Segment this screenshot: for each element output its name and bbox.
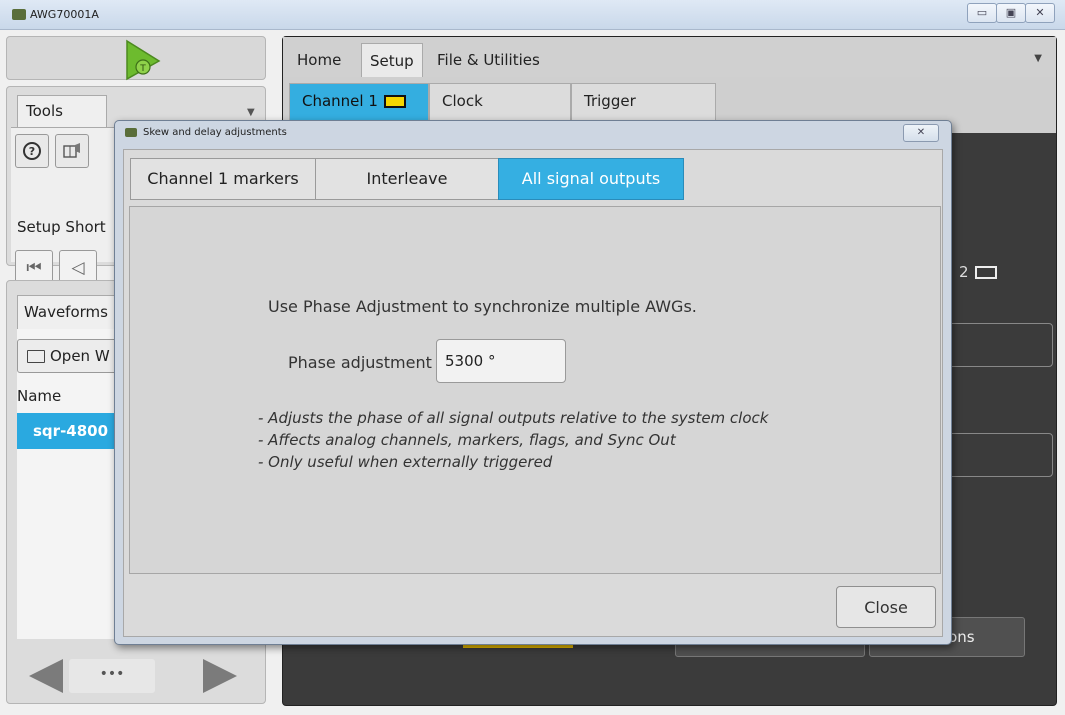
screenshot-button[interactable] <box>55 134 89 168</box>
settings-field-2[interactable] <box>943 433 1053 477</box>
channel-1-label: Channel 1 <box>302 92 378 110</box>
tab-clock[interactable]: Clock <box>429 83 571 123</box>
settings-field-1[interactable] <box>943 323 1053 367</box>
tab-channel-1[interactable]: Channel 1 <box>289 83 429 123</box>
scroll-thumb[interactable]: ••• <box>69 659 155 693</box>
intro-text: Use Phase Adjustment to synchronize mult… <box>268 297 697 316</box>
tab-file-utilities[interactable]: File & Utilities <box>429 43 548 77</box>
close-icon[interactable]: ✕ <box>903 124 939 142</box>
play-trigger-icon[interactable]: T <box>119 37 163 81</box>
window-titlebar: AWG70001A ▭ ▣ ✕ <box>0 0 1065 30</box>
help-icon-glyph: ? <box>29 145 35 158</box>
dialog-titlebar: Skew and delay adjustments ✕ <box>115 121 951 145</box>
minimize-button[interactable]: ▭ <box>967 3 997 23</box>
tab-channel-1-markers[interactable]: Channel 1 markers <box>130 158 316 200</box>
svg-text:T: T <box>139 64 146 74</box>
yellow-indicator <box>463 645 573 648</box>
note-2: - Affects analog channels, markers, flag… <box>258 431 676 449</box>
tools-tab[interactable]: Tools <box>17 95 107 127</box>
dialog-body: Channel 1 markers Interleave All signal … <box>123 149 943 637</box>
logo-panel: T <box>6 36 266 81</box>
name-column-header[interactable]: Name <box>17 387 61 405</box>
tab-interleave[interactable]: Interleave <box>315 158 499 200</box>
close-window-button[interactable]: ✕ <box>1025 3 1055 23</box>
channel-2-label: 2 <box>959 263 969 281</box>
channel-box-icon <box>974 266 997 279</box>
phase-adjustment-input[interactable] <box>436 339 566 383</box>
open-waveform-label: Open W <box>50 347 110 365</box>
chevron-down-icon[interactable]: ▼ <box>1034 53 1042 64</box>
help-button[interactable]: ? <box>15 134 49 168</box>
chevron-down-icon[interactable]: ▼ <box>247 107 255 118</box>
maximize-button[interactable]: ▣ <box>996 3 1026 23</box>
skew-delay-dialog: Skew and delay adjustments ✕ Channel 1 m… <box>114 120 952 645</box>
channel-2-indicator: 2 <box>959 263 997 281</box>
setup-shortcuts-label: Setup Short <box>17 218 106 236</box>
skip-first-icon: ⏮ <box>26 258 42 278</box>
tab-home[interactable]: Home <box>289 43 349 77</box>
dialog-title: Skew and delay adjustments <box>143 127 287 138</box>
app-icon <box>125 128 137 137</box>
tab-setup[interactable]: Setup <box>361 43 423 77</box>
help-icon: ? <box>23 142 41 160</box>
note-3: - Only useful when externally triggered <box>258 453 553 471</box>
note-1: - Adjusts the phase of all signal output… <box>258 409 769 427</box>
tab-trigger[interactable]: Trigger <box>571 83 716 123</box>
tab-all-signal-outputs[interactable]: All signal outputs <box>498 158 684 200</box>
app-icon <box>12 9 26 20</box>
scroll-left-icon[interactable] <box>29 659 63 693</box>
dialog-tab-content: Use Phase Adjustment to synchronize mult… <box>129 206 941 574</box>
phase-adjustment-label: Phase adjustment <box>288 353 432 372</box>
folder-icon <box>27 350 45 363</box>
window-controls: ▭ ▣ ✕ <box>967 3 1055 23</box>
channel-marker-icon <box>383 95 406 108</box>
scroll-right-icon[interactable] <box>203 659 237 693</box>
main-tabbar: Home Setup File & Utilities ▼ <box>283 37 1056 77</box>
screenshot-icon <box>63 143 80 158</box>
previous-icon: ◁ <box>71 258 85 278</box>
close-button[interactable]: Close <box>836 586 936 628</box>
window-title: AWG70001A <box>30 8 99 21</box>
